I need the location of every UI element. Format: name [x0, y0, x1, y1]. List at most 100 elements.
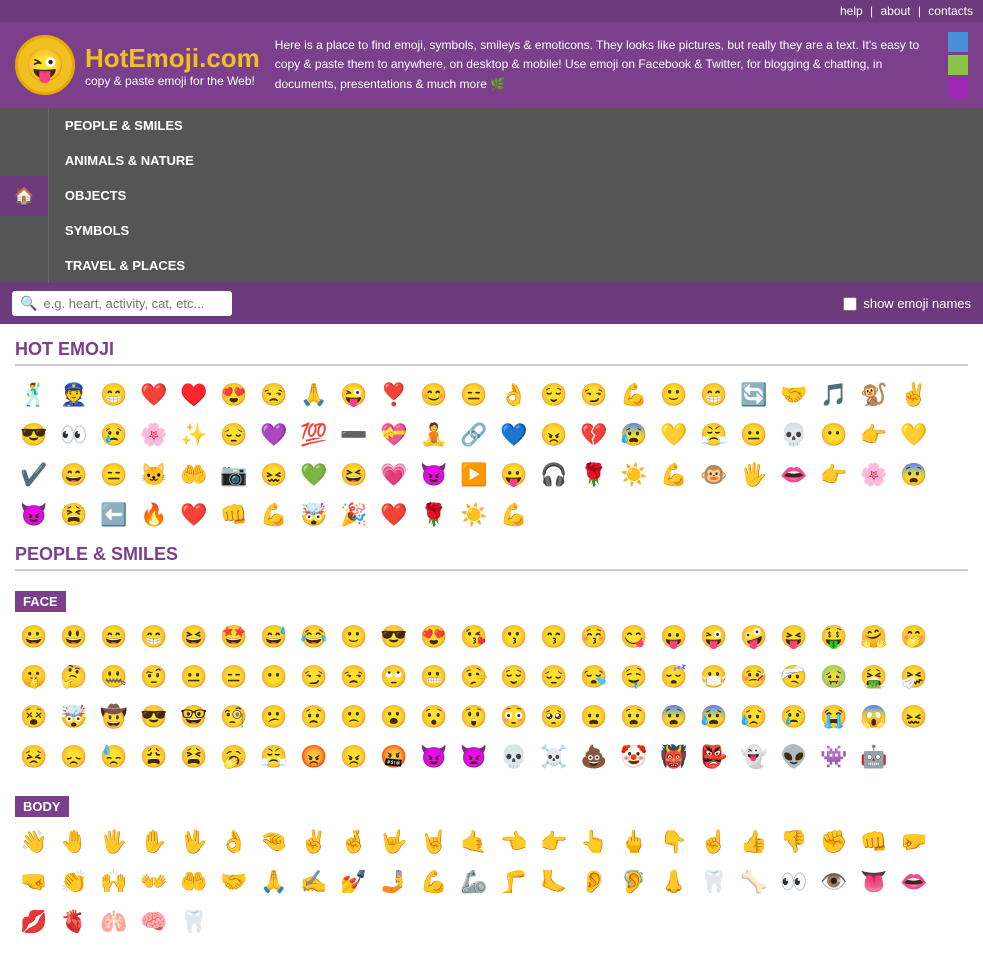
emoji-cell[interactable]: 🤗	[855, 618, 893, 656]
emoji-cell[interactable]: 🕺	[15, 376, 53, 414]
emoji-cell[interactable]: 😢	[775, 698, 813, 736]
emoji-cell[interactable]: 😟	[295, 698, 333, 736]
emoji-cell[interactable]: 💛	[655, 416, 693, 454]
emoji-cell[interactable]: 🌹	[415, 496, 453, 534]
emoji-cell[interactable]: 💪	[495, 496, 533, 534]
emoji-cell[interactable]: 🤙	[455, 823, 493, 861]
emoji-cell[interactable]: 🤭	[895, 618, 933, 656]
emoji-cell[interactable]: 🤐	[95, 658, 133, 696]
emoji-cell[interactable]: 🙏	[295, 376, 333, 414]
emoji-cell[interactable]: 💪	[655, 456, 693, 494]
emoji-cell[interactable]: 😈	[415, 738, 453, 776]
emoji-cell[interactable]: 😦	[575, 698, 613, 736]
emoji-cell[interactable]: 👐	[135, 863, 173, 901]
emoji-cell[interactable]: 💯	[295, 416, 333, 454]
emoji-cell[interactable]: 😫	[175, 738, 213, 776]
emoji-cell[interactable]: 🙌	[95, 863, 133, 901]
emoji-cell[interactable]: 🦶	[535, 863, 573, 901]
emoji-cell[interactable]: 🔄	[735, 376, 773, 414]
emoji-cell[interactable]: 💀	[495, 738, 533, 776]
emoji-cell[interactable]: 🤔	[55, 658, 93, 696]
emoji-cell[interactable]: 👹	[655, 738, 693, 776]
emoji-cell[interactable]: 🐱	[135, 456, 173, 494]
emoji-cell[interactable]: 😷	[695, 658, 733, 696]
emoji-cell[interactable]: 😁	[95, 376, 133, 414]
emoji-cell[interactable]: 😍	[415, 618, 453, 656]
emoji-cell[interactable]: 🤡	[615, 738, 653, 776]
emoji-cell[interactable]: 😒	[255, 376, 293, 414]
emoji-cell[interactable]: 🤞	[335, 823, 373, 861]
emoji-cell[interactable]: 🌹	[575, 456, 613, 494]
emoji-cell[interactable]: 😬	[415, 658, 453, 696]
emoji-cell[interactable]: 😐	[175, 658, 213, 696]
emoji-cell[interactable]: 💔	[575, 416, 613, 454]
emoji-cell[interactable]: 🤯	[295, 496, 333, 534]
emoji-cell[interactable]: ✊	[815, 823, 853, 861]
emoji-cell[interactable]: 🤥	[455, 658, 493, 696]
emoji-cell[interactable]: 👊	[855, 823, 893, 861]
emoji-cell[interactable]: 😱	[855, 698, 893, 736]
emoji-cell[interactable]: 👂	[575, 863, 613, 901]
emoji-cell[interactable]: 😣	[15, 738, 53, 776]
emoji-cell[interactable]: 🖐️	[95, 823, 133, 861]
emoji-cell[interactable]: 😶	[255, 658, 293, 696]
nav-item-animals---nature[interactable]: ANIMALS & NATURE	[48, 143, 210, 178]
emoji-cell[interactable]: ✔️	[15, 456, 53, 494]
emoji-cell[interactable]: 💪	[615, 376, 653, 414]
emoji-cell[interactable]: 👉	[815, 456, 853, 494]
emoji-cell[interactable]: 👏	[55, 863, 93, 901]
emoji-cell[interactable]: 😁	[135, 618, 173, 656]
emoji-cell[interactable]: ❣️	[375, 376, 413, 414]
emoji-cell[interactable]: 💀	[775, 416, 813, 454]
emoji-cell[interactable]: 💝	[375, 416, 413, 454]
emoji-cell[interactable]: 🎉	[335, 496, 373, 534]
emoji-cell[interactable]: 😤	[255, 738, 293, 776]
emoji-cell[interactable]: 🦷	[695, 863, 733, 901]
emoji-cell[interactable]: 🔗	[455, 416, 493, 454]
contacts-link[interactable]: contacts	[928, 4, 973, 18]
emoji-cell[interactable]: 😑	[215, 658, 253, 696]
emoji-cell[interactable]: 😶	[815, 416, 853, 454]
emoji-cell[interactable]: 😫	[55, 496, 93, 534]
emoji-cell[interactable]: 🎵	[815, 376, 853, 414]
emoji-cell[interactable]: 👆	[575, 823, 613, 861]
emoji-cell[interactable]: 💪	[255, 496, 293, 534]
emoji-cell[interactable]: 🖕	[615, 823, 653, 861]
emoji-cell[interactable]: 👍	[735, 823, 773, 861]
color-block-purple[interactable]	[948, 78, 968, 98]
emoji-cell[interactable]: 🦾	[455, 863, 493, 901]
emoji-cell[interactable]: 😑	[95, 456, 133, 494]
emoji-cell[interactable]: 💛	[895, 416, 933, 454]
emoji-cell[interactable]: 👿	[455, 738, 493, 776]
emoji-cell[interactable]: 🙂	[655, 376, 693, 414]
emoji-cell[interactable]: 😲	[455, 698, 493, 736]
emoji-cell[interactable]: 😕	[255, 698, 293, 736]
emoji-cell[interactable]: 😊	[415, 376, 453, 414]
emoji-cell[interactable]: 🤛	[895, 823, 933, 861]
emoji-cell[interactable]: 💅	[335, 863, 373, 901]
emoji-cell[interactable]: 🧐	[215, 698, 253, 736]
emoji-cell[interactable]: 👀	[775, 863, 813, 901]
emoji-cell[interactable]: 😈	[415, 456, 453, 494]
emoji-cell[interactable]: 😍	[215, 376, 253, 414]
emoji-cell[interactable]: 😒	[335, 658, 373, 696]
emoji-cell[interactable]: 🖖	[175, 823, 213, 861]
emoji-cell[interactable]: 🙁	[335, 698, 373, 736]
emoji-cell[interactable]: 👅	[855, 863, 893, 901]
emoji-cell[interactable]: 👁️	[815, 863, 853, 901]
emoji-cell[interactable]: 😖	[895, 698, 933, 736]
emoji-cell[interactable]: 🌸	[135, 416, 173, 454]
emoji-cell[interactable]: ➖	[335, 416, 373, 454]
emoji-cell[interactable]: 😖	[255, 456, 293, 494]
emoji-cell[interactable]: 👉	[855, 416, 893, 454]
emoji-cell[interactable]: 💪	[415, 863, 453, 901]
about-link[interactable]: about	[880, 4, 910, 18]
emoji-cell[interactable]: 🙏	[255, 863, 293, 901]
emoji-cell[interactable]: 🔥	[135, 496, 173, 534]
emoji-cell[interactable]: 🤝	[775, 376, 813, 414]
emoji-cell[interactable]: 😏	[295, 658, 333, 696]
emoji-cell[interactable]: 🤬	[375, 738, 413, 776]
emoji-cell[interactable]: 🤜	[15, 863, 53, 901]
emoji-cell[interactable]: 🌸	[855, 456, 893, 494]
emoji-cell[interactable]: 👇	[655, 823, 693, 861]
